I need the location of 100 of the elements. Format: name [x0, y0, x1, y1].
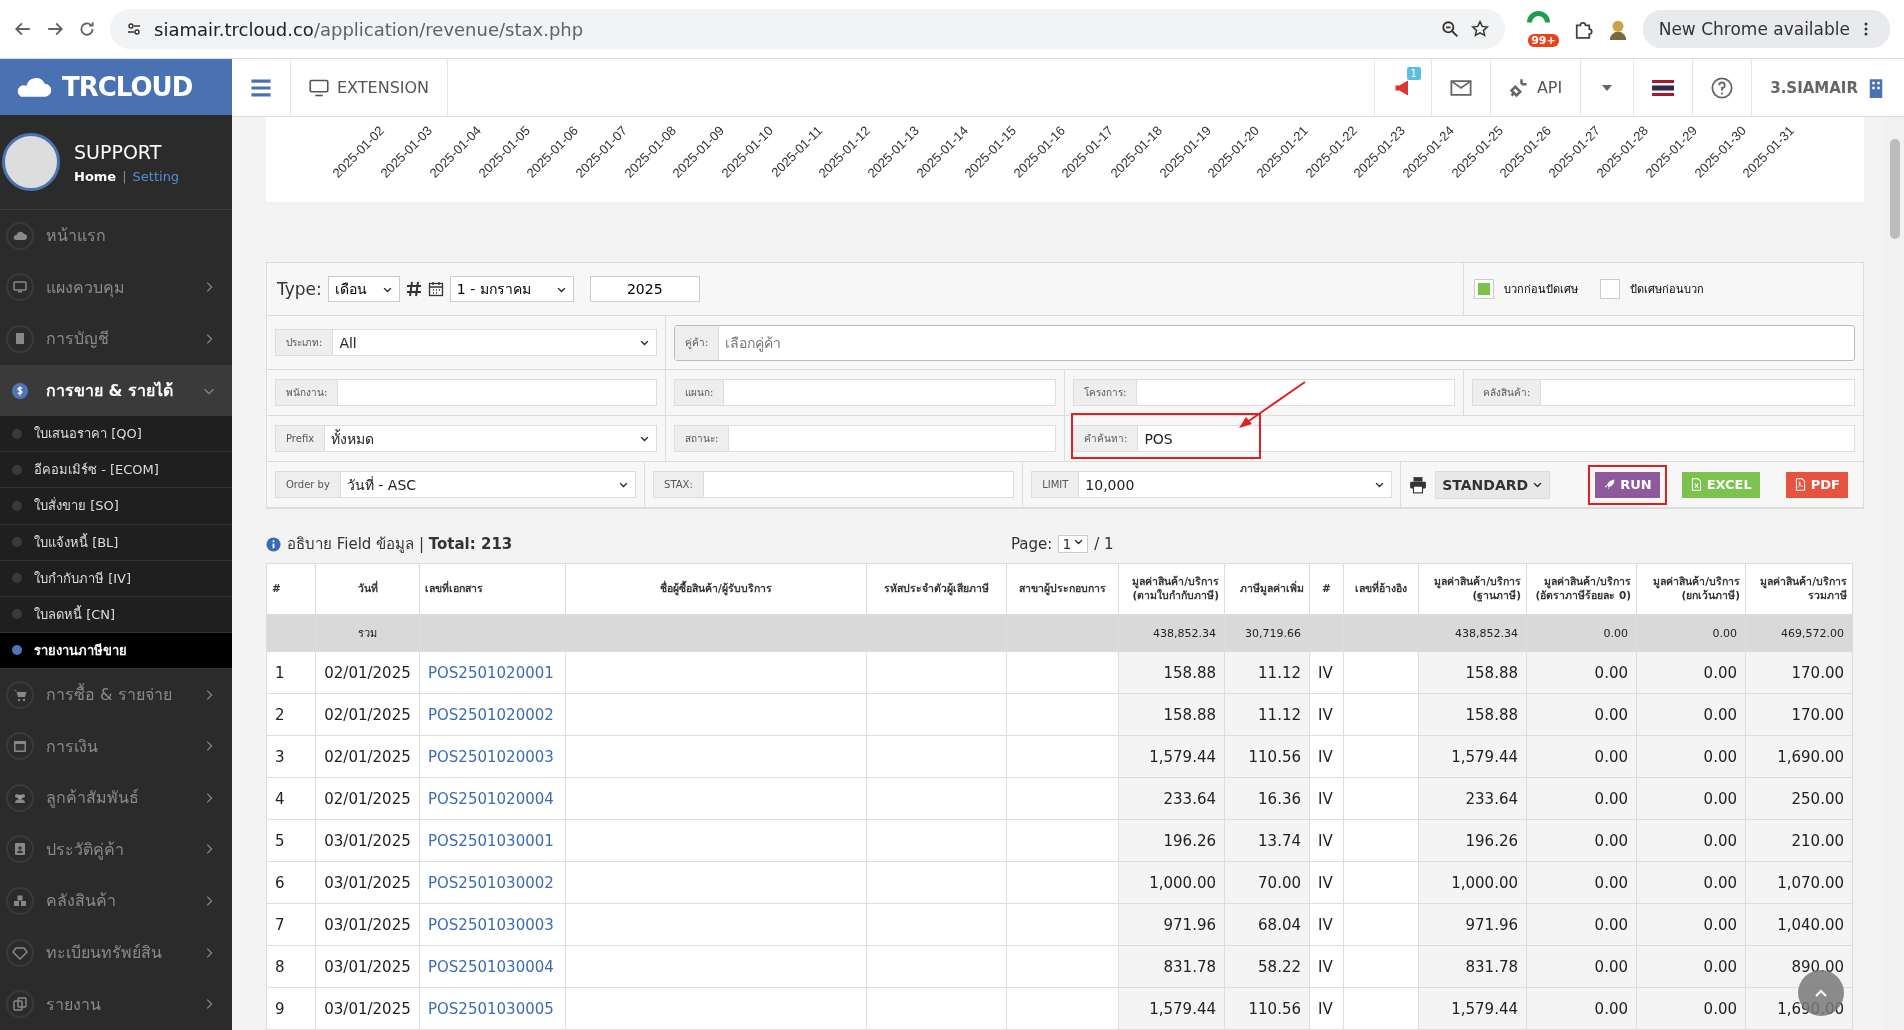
table-cell: 11.12 — [1258, 663, 1301, 682]
total-cell: 30,719.66 — [1245, 626, 1301, 640]
table-cell: 250.00 — [1791, 789, 1844, 808]
sidebar-item[interactable]: ลูกค้าสัมพันธ์ — [0, 771, 232, 824]
table-cell: 03/01/2025 — [324, 957, 411, 976]
page-select[interactable]: 1 — [1058, 535, 1089, 554]
input-field[interactable]: โครงการ: — [1073, 379, 1455, 407]
total-cell: รวม — [358, 627, 377, 640]
table-cell: 0.00 — [1594, 957, 1628, 976]
table-cell: 0.00 — [1703, 831, 1737, 850]
print-format-select[interactable]: STANDARD — [1435, 470, 1551, 499]
submenu-item[interactable]: ใบกำกับภาษี [IV] — [0, 560, 232, 597]
column-header: ภาษีมูลค่าเพิ่ม — [1224, 563, 1310, 615]
sidebar-item[interactable]: การบัญชี — [0, 313, 232, 365]
api-button[interactable]: API — [1489, 59, 1581, 116]
zoom-icon — [1440, 20, 1459, 38]
table-cell: 170.00 — [1791, 705, 1844, 724]
input-field[interactable]: STAX: — [653, 471, 1015, 499]
table-cell: 110.56 — [1248, 999, 1301, 1018]
sidebar-item[interactable]: การซื้อ & รายจ่าย — [0, 668, 232, 721]
input-field[interactable]: คู่ค้า: เลือกคู่ค้า — [674, 324, 1855, 361]
checkbox-label: ปัดเศษก่อนบวก — [1630, 282, 1704, 299]
table-cell: 2 — [275, 705, 285, 724]
extension-button[interactable]: 99+ — [1518, 11, 1559, 47]
page-label: Page: — [1011, 535, 1053, 554]
table-cell: 0.00 — [1703, 747, 1737, 766]
input-field[interactable]: คำค้นหา: POS — [1073, 425, 1855, 453]
table-cell: 1,579.44 — [1451, 747, 1518, 766]
table-cell: 70.00 — [1258, 873, 1301, 892]
table-cell: 210.00 — [1791, 831, 1844, 850]
table-cell: 1,579.44 — [1149, 747, 1216, 766]
table-cell: 03/01/2025 — [324, 873, 411, 892]
select-field[interactable]: LIMIT 10,000 — [1031, 471, 1393, 499]
table-cell: IV — [1318, 915, 1333, 934]
table-cell: 0.00 — [1703, 915, 1737, 934]
sidebar-item[interactable]: รายงาน — [0, 978, 232, 1030]
sidebar-item[interactable]: การเงิน — [0, 720, 232, 772]
month-select[interactable]: 1 - มกราคม — [449, 276, 574, 303]
table-cell: 0.00 — [1703, 663, 1737, 682]
table-cell: 8 — [275, 957, 285, 976]
table-cell: 02/01/2025 — [324, 705, 411, 724]
table-cell: 0.00 — [1703, 789, 1737, 808]
contact-card-icon — [12, 841, 28, 858]
checkbox-label: บวกก่อนปัดเศษ — [1504, 282, 1578, 299]
company-button[interactable]: 3.SIAMAIR — [1751, 59, 1904, 116]
submenu-item[interactable]: ใบแจ้งหนี้ [BL] — [0, 524, 232, 561]
input-field[interactable]: พนักงาน: — [275, 379, 657, 407]
select-field[interactable]: ประเภท: All — [275, 329, 657, 357]
column-header: # — [1309, 563, 1344, 615]
run-button[interactable]: RUN — [1595, 471, 1660, 498]
submenu-item[interactable]: ใบลดหนี้ [CN] — [0, 596, 232, 633]
pdf-button[interactable]: PDF — [1785, 471, 1848, 498]
submenu-item[interactable]: รายงานภาษีขาย — [0, 632, 232, 669]
table-cell: 0.00 — [1594, 831, 1628, 850]
column-header: # — [266, 563, 316, 615]
table-cell: 0.00 — [1594, 873, 1628, 892]
table-cell: 971.96 — [1163, 915, 1216, 934]
select-field[interactable]: Order by วันที่ - ASC — [275, 471, 637, 499]
address-bar[interactable]: siamair.trcloud.co/application/revenue/stax.php — [110, 9, 1505, 49]
table-cell: IV — [1318, 957, 1333, 976]
avatar — [2, 133, 60, 192]
input-field[interactable]: สถานะ: — [674, 425, 1056, 453]
table-cell: 4 — [275, 789, 285, 808]
type-select[interactable]: เดือน — [327, 276, 400, 303]
logo[interactable]: TRCLOUD — [0, 59, 232, 116]
table-cell: 02/01/2025 — [324, 789, 411, 808]
sidebar-item[interactable]: ทะเบียนทรัพย์สิน — [0, 926, 232, 979]
table-cell: 0.00 — [1594, 747, 1628, 766]
input-field[interactable]: คลังสินค้า: — [1472, 379, 1855, 407]
column-header: รหัสประจำตัวผู้เสียภาษี — [866, 563, 1007, 615]
table-cell: 158.88 — [1465, 663, 1518, 682]
submenu-item[interactable]: อีคอมเมิร์ซ - [ECOM] — [0, 452, 232, 489]
sidebar-item[interactable]: แผงควบคุม — [0, 261, 232, 314]
table-cell: 1,690.00 — [1777, 747, 1844, 766]
submenu-item[interactable]: ใบเสนอราคา [QO] — [0, 416, 232, 453]
sidebar-item[interactable]: คลังสินค้า — [0, 875, 232, 927]
home-link[interactable]: Home — [74, 168, 117, 184]
table-cell: 02/01/2025 — [324, 663, 411, 682]
input-field[interactable]: แผนก: — [674, 379, 1056, 407]
table-cell: 233.64 — [1163, 789, 1216, 808]
checkbox[interactable] — [1474, 279, 1494, 300]
checkbox[interactable] — [1600, 279, 1620, 300]
info-icon — [266, 536, 281, 552]
total-cell: 438,852.34 — [1153, 626, 1216, 640]
printer-icon — [1409, 475, 1428, 494]
year-field[interactable]: 2025 — [589, 276, 700, 303]
table-cell: 16.36 — [1258, 789, 1301, 808]
sidebar-item[interactable]: หน้าแรก — [0, 209, 232, 262]
sidebar-item[interactable]: การขาย & รายได้ — [0, 364, 232, 417]
submenu-item[interactable]: ใบสั่งขาย [SO] — [0, 488, 232, 525]
update-chrome-button[interactable]: New Chrome available — [1642, 10, 1890, 48]
extension-menu[interactable]: EXTENSION — [291, 59, 449, 116]
sidebar-item[interactable]: ประวัติคู่ค้า — [0, 823, 232, 876]
select-field[interactable]: Prefix ทั้งหมด — [275, 425, 657, 453]
column-header: มูลค่าสินค้า/บริการ (ยกเว้นภาษี) — [1636, 563, 1746, 615]
table-cell: 196.26 — [1163, 831, 1216, 850]
setting-link[interactable]: Setting — [132, 168, 180, 184]
table-cell: 110.56 — [1248, 747, 1301, 766]
table-cell: 1,040.00 — [1777, 915, 1844, 934]
flag-icon — [1652, 79, 1675, 96]
